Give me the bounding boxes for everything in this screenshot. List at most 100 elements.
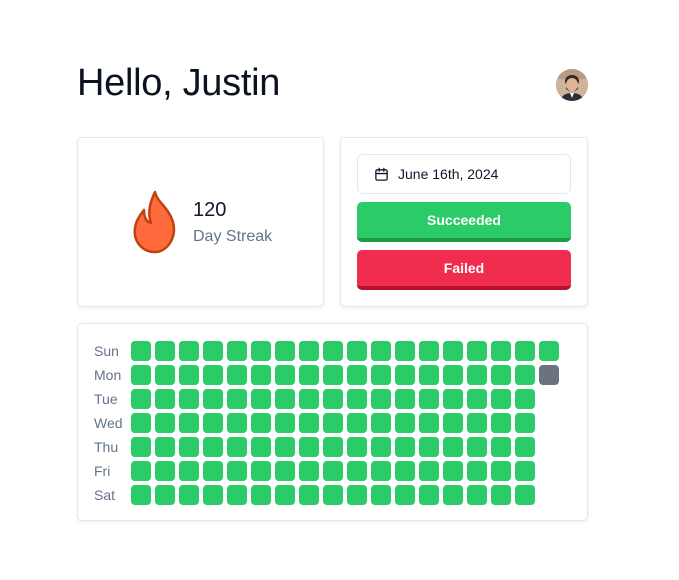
date-picker[interactable]: June 16th, 2024 xyxy=(357,154,571,194)
activity-cell[interactable] xyxy=(203,413,223,433)
activity-cell[interactable] xyxy=(443,365,463,385)
activity-cell[interactable] xyxy=(299,389,319,409)
activity-cell[interactable] xyxy=(515,389,535,409)
activity-cell[interactable] xyxy=(491,437,511,457)
activity-cell[interactable] xyxy=(299,461,319,481)
activity-cell[interactable] xyxy=(395,485,415,505)
activity-cell[interactable] xyxy=(227,485,247,505)
activity-cell[interactable] xyxy=(467,461,487,481)
activity-cell[interactable] xyxy=(227,413,247,433)
activity-cell[interactable] xyxy=(443,413,463,433)
activity-cell[interactable] xyxy=(539,341,559,361)
activity-cell[interactable] xyxy=(515,413,535,433)
activity-cell[interactable] xyxy=(515,341,535,361)
activity-cell[interactable] xyxy=(323,341,343,361)
activity-cell[interactable] xyxy=(275,437,295,457)
activity-cell[interactable] xyxy=(371,461,391,481)
activity-cell[interactable] xyxy=(467,485,487,505)
activity-cell[interactable] xyxy=(419,341,439,361)
activity-cell[interactable] xyxy=(323,389,343,409)
activity-cell[interactable] xyxy=(515,437,535,457)
activity-cell[interactable] xyxy=(131,437,151,457)
activity-cell[interactable] xyxy=(491,485,511,505)
activity-cell[interactable] xyxy=(179,341,199,361)
activity-cell[interactable] xyxy=(515,461,535,481)
activity-cell[interactable] xyxy=(323,413,343,433)
succeeded-button[interactable]: Succeeded xyxy=(357,202,571,242)
activity-cell[interactable] xyxy=(179,413,199,433)
activity-cell[interactable] xyxy=(347,461,367,481)
activity-cell[interactable] xyxy=(251,461,271,481)
activity-cell[interactable] xyxy=(419,437,439,457)
activity-cell[interactable] xyxy=(179,389,199,409)
activity-cell[interactable] xyxy=(155,365,175,385)
activity-cell[interactable] xyxy=(203,485,223,505)
activity-cell[interactable] xyxy=(395,365,415,385)
activity-cell[interactable] xyxy=(371,365,391,385)
activity-cell[interactable] xyxy=(131,485,151,505)
activity-cell[interactable] xyxy=(299,413,319,433)
activity-cell[interactable] xyxy=(491,413,511,433)
activity-cell[interactable] xyxy=(227,365,247,385)
activity-cell[interactable] xyxy=(131,365,151,385)
activity-cell[interactable] xyxy=(515,365,535,385)
activity-cell[interactable] xyxy=(299,485,319,505)
activity-cell[interactable] xyxy=(467,389,487,409)
activity-cell[interactable] xyxy=(155,413,175,433)
activity-cell[interactable] xyxy=(371,389,391,409)
failed-button[interactable]: Failed xyxy=(357,250,571,290)
activity-cell[interactable] xyxy=(467,341,487,361)
activity-cell[interactable] xyxy=(155,389,175,409)
activity-cell[interactable] xyxy=(443,485,463,505)
activity-cell[interactable] xyxy=(443,389,463,409)
activity-cell[interactable] xyxy=(467,437,487,457)
activity-cell[interactable] xyxy=(251,365,271,385)
activity-cell[interactable] xyxy=(347,413,367,433)
activity-cell[interactable] xyxy=(395,413,415,433)
activity-cell[interactable] xyxy=(419,485,439,505)
activity-cell[interactable] xyxy=(251,437,271,457)
activity-cell[interactable] xyxy=(323,437,343,457)
activity-cell[interactable] xyxy=(419,389,439,409)
activity-cell[interactable] xyxy=(419,461,439,481)
activity-cell[interactable] xyxy=(275,485,295,505)
activity-cell[interactable] xyxy=(323,365,343,385)
activity-cell[interactable] xyxy=(299,341,319,361)
activity-cell[interactable] xyxy=(203,389,223,409)
activity-cell[interactable] xyxy=(347,365,367,385)
activity-cell[interactable] xyxy=(131,389,151,409)
activity-cell[interactable] xyxy=(251,485,271,505)
activity-cell[interactable] xyxy=(467,365,487,385)
activity-cell[interactable] xyxy=(419,413,439,433)
activity-cell[interactable] xyxy=(539,365,559,385)
activity-cell[interactable] xyxy=(395,437,415,457)
activity-cell[interactable] xyxy=(371,341,391,361)
activity-cell[interactable] xyxy=(491,389,511,409)
activity-cell[interactable] xyxy=(275,389,295,409)
activity-cell[interactable] xyxy=(251,341,271,361)
activity-cell[interactable] xyxy=(443,341,463,361)
activity-cell[interactable] xyxy=(515,485,535,505)
activity-cell[interactable] xyxy=(347,389,367,409)
activity-cell[interactable] xyxy=(131,413,151,433)
activity-cell[interactable] xyxy=(203,341,223,361)
activity-cell[interactable] xyxy=(347,485,367,505)
activity-cell[interactable] xyxy=(227,461,247,481)
activity-cell[interactable] xyxy=(179,485,199,505)
activity-cell[interactable] xyxy=(347,437,367,457)
activity-cell[interactable] xyxy=(443,437,463,457)
activity-cell[interactable] xyxy=(179,461,199,481)
activity-cell[interactable] xyxy=(371,485,391,505)
activity-cell[interactable] xyxy=(467,413,487,433)
activity-cell[interactable] xyxy=(275,365,295,385)
activity-cell[interactable] xyxy=(227,341,247,361)
activity-cell[interactable] xyxy=(131,341,151,361)
activity-cell[interactable] xyxy=(299,365,319,385)
activity-cell[interactable] xyxy=(395,461,415,481)
activity-cell[interactable] xyxy=(227,389,247,409)
activity-cell[interactable] xyxy=(275,413,295,433)
activity-cell[interactable] xyxy=(491,461,511,481)
activity-cell[interactable] xyxy=(275,341,295,361)
activity-cell[interactable] xyxy=(323,485,343,505)
activity-cell[interactable] xyxy=(203,461,223,481)
